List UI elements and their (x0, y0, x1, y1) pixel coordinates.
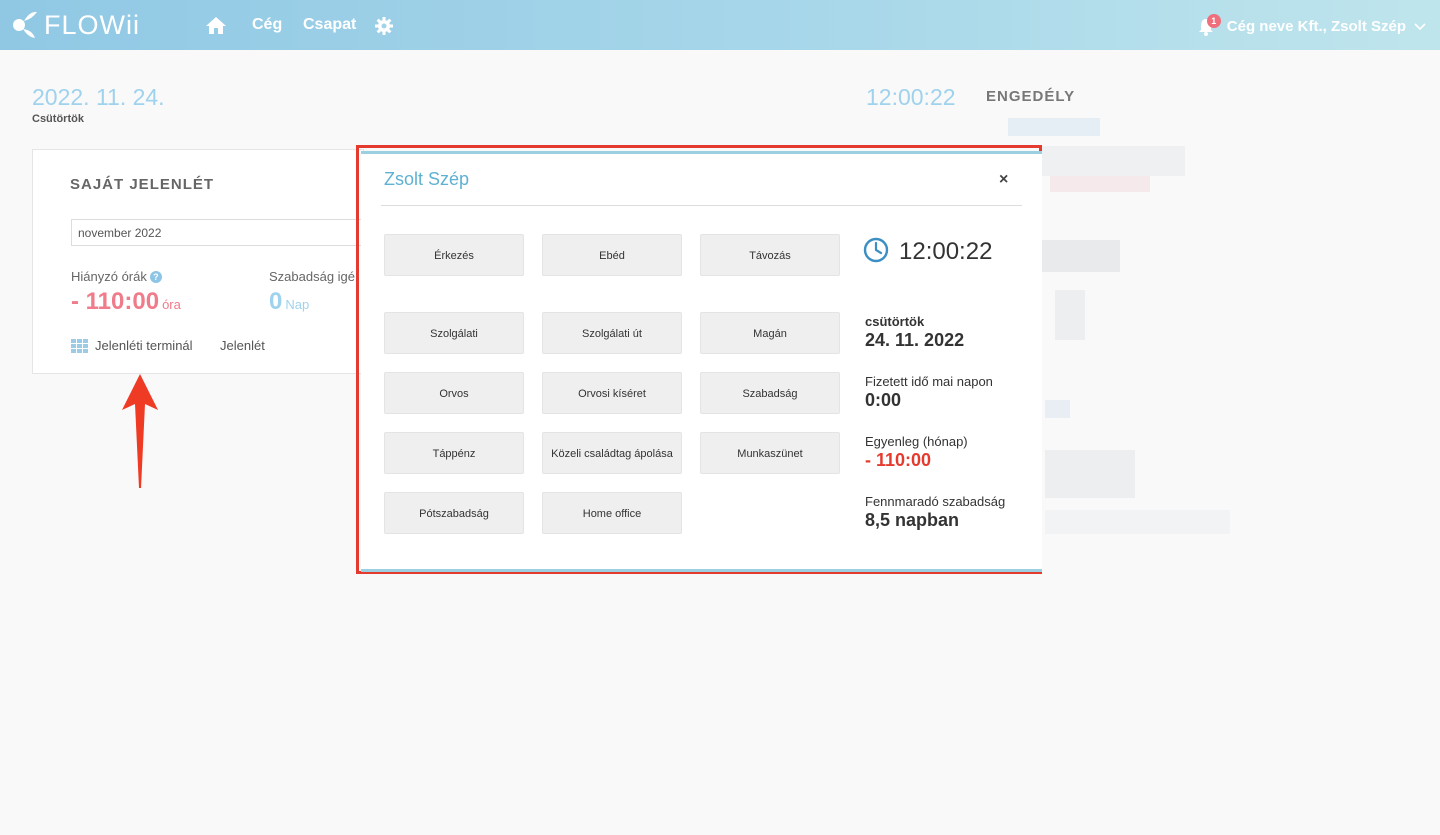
home-icon[interactable] (205, 15, 227, 35)
current-clock: 12:00:22 (866, 84, 956, 110)
missing-hours-unit: óra (162, 297, 181, 312)
doctor-button[interactable]: Orvos (384, 372, 524, 414)
current-weekday: Csütörtök (32, 113, 84, 125)
home-office-button[interactable]: Home office (542, 492, 682, 534)
balance-label: Egyenleg (hónap) (865, 434, 968, 449)
extra-leave-button[interactable]: Pótszabadság (384, 492, 524, 534)
leave-request-unit: Nap (285, 297, 310, 312)
balance-value: - 110:00 (865, 450, 932, 470)
departure-button[interactable]: Távozás (700, 234, 840, 276)
modal-time: 12:00:22 (899, 238, 993, 265)
modal-date: 24. 11. 2022 (865, 330, 965, 350)
user-label: Cég neve Kft., Zsolt Szép (1226, 17, 1406, 35)
arrival-button[interactable]: Érkezés (384, 234, 524, 276)
leave-request-label: Szabadság igé (269, 269, 356, 284)
missing-hours-value: - 110:00 óra (71, 288, 181, 316)
paid-time-label: Fizetett idő mai napon (865, 374, 993, 389)
logo-text: FLOWii (44, 9, 140, 40)
lunch-button[interactable]: Ebéd (542, 234, 682, 276)
current-date: 2022. 11. 24. (32, 84, 165, 110)
card-title: SAJÁT JELENLÉT (70, 176, 215, 193)
remaining-leave-value: 8,5 napban (865, 510, 960, 530)
private-button[interactable]: Magán (700, 312, 840, 354)
attendance-terminal-link[interactable]: Jelenléti terminál (71, 338, 193, 353)
vacation-button[interactable]: Szabadság (700, 372, 840, 414)
month-field[interactable] (71, 219, 371, 246)
clock-icon (863, 237, 889, 263)
remaining-leave-label: Fennmaradó szabadság (865, 494, 1006, 509)
attendance-link[interactable]: Jelenlét (220, 338, 265, 353)
missing-hours-label: Hiányzó órák? (71, 269, 162, 284)
help-icon[interactable]: ? (149, 271, 162, 283)
close-button[interactable]: × (999, 171, 1008, 189)
leave-request-value: 0 Nap (269, 288, 309, 316)
attendance-terminal-modal: Zsolt Szép × Érkezés Ebéd Távozás Szolgá… (361, 151, 1042, 572)
logo-icon (13, 11, 37, 38)
attendance-terminal-label: Jelenléti terminál (95, 338, 193, 353)
red-arrow-annotation (122, 374, 158, 488)
modal-divider (381, 205, 1022, 206)
top-navigation-bar: FLOWii Cég Csapat 1 Cég neve Kft., Zsolt… (0, 0, 1440, 50)
own-attendance-card: SAJÁT JELENLÉT Hiányzó órák? - 110:00óra… (32, 149, 371, 374)
sick-pay-button[interactable]: Táppénz (384, 432, 524, 474)
nav-team-link[interactable]: Csapat (303, 16, 356, 34)
doctor-escort-button[interactable]: Orvosi kíséret (542, 372, 682, 414)
chevron-down-icon (1414, 23, 1426, 31)
missing-hours-number: - 110:00 (71, 288, 160, 315)
leave-request-number: 0 (269, 288, 283, 315)
paid-time-value: 0:00 (865, 390, 902, 410)
public-holiday-button[interactable]: Munkaszünet (700, 432, 840, 474)
family-care-button[interactable]: Közeli családtag ápolása (542, 432, 682, 474)
gear-icon[interactable] (374, 16, 394, 36)
engedely-heading: ENGEDÉLY (986, 88, 1076, 105)
modal-weekday: csütörtök (865, 314, 925, 329)
nav-company-link[interactable]: Cég (252, 16, 282, 34)
logo[interactable]: FLOWii (12, 8, 140, 42)
official-button[interactable]: Szolgálati (384, 312, 524, 354)
notification-badge: 1 (1206, 14, 1221, 28)
user-menu[interactable]: 1 Cég neve Kft., Zsolt Szép (1198, 14, 1426, 38)
grid-icon (71, 338, 89, 353)
notification-bell[interactable]: 1 (1198, 14, 1221, 36)
business-trip-button[interactable]: Szolgálati út (542, 312, 682, 354)
modal-title: Zsolt Szép (384, 169, 470, 189)
missing-hours-label-text: Hiányzó órák (71, 269, 147, 284)
